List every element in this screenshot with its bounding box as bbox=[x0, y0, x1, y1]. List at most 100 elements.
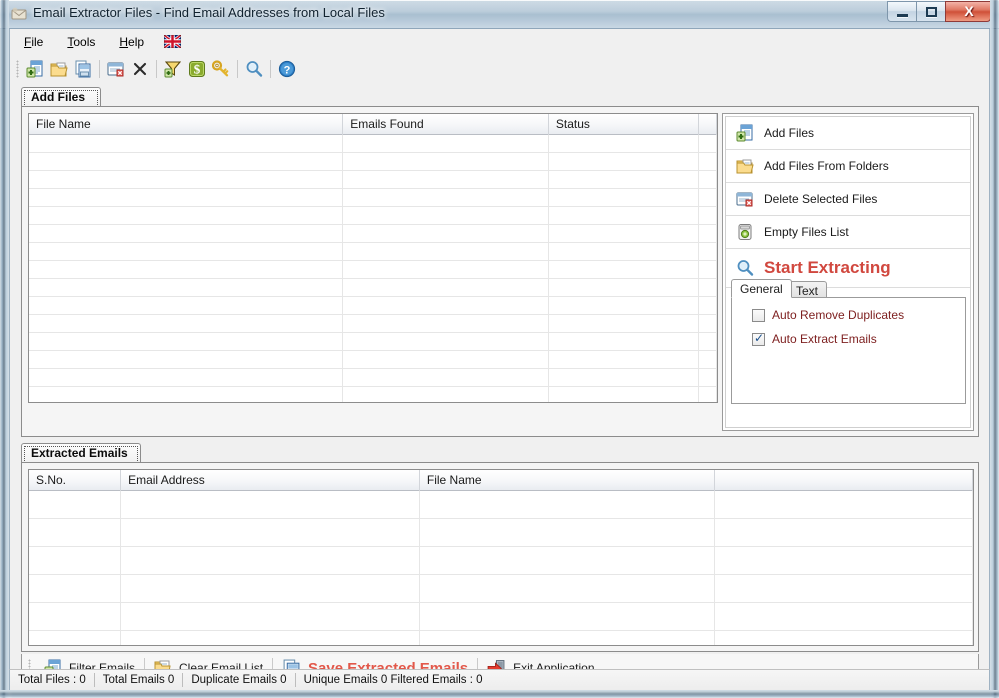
column-header-status[interactable]: Status bbox=[549, 114, 700, 135]
table-cell bbox=[549, 261, 700, 278]
table-row[interactable] bbox=[29, 297, 717, 315]
files-grid[interactable]: File Name Emails Found Status bbox=[28, 113, 718, 403]
emails-grid-header: S.No. Email Address File Name bbox=[29, 470, 973, 491]
table-row[interactable] bbox=[29, 189, 717, 207]
column-header-email-address[interactable]: Email Address bbox=[121, 470, 420, 491]
toolbar-add-files-icon[interactable] bbox=[23, 57, 47, 81]
emails-grid-rows[interactable] bbox=[29, 491, 973, 645]
extracted-emails-panel: Extracted Emails S.No. Email Address File … bbox=[21, 443, 979, 652]
table-cell bbox=[29, 315, 344, 332]
toolbar-help-icon[interactable]: ? bbox=[275, 57, 299, 81]
files-grid-rows[interactable] bbox=[29, 135, 717, 402]
table-cell bbox=[715, 631, 973, 645]
table-cell bbox=[699, 207, 717, 224]
column-header-blank[interactable] bbox=[699, 114, 717, 135]
table-cell bbox=[343, 171, 549, 188]
status-bar: Total Files : 0 Total Emails 0 Duplicate… bbox=[9, 669, 990, 690]
toolbar-key-icon[interactable] bbox=[209, 57, 233, 81]
table-row[interactable] bbox=[29, 243, 717, 261]
toolbar-dollar-icon[interactable]: $ bbox=[185, 57, 209, 81]
table-cell bbox=[549, 351, 700, 368]
minimize-button[interactable] bbox=[887, 1, 916, 22]
column-header-emails-found[interactable]: Emails Found bbox=[343, 114, 549, 135]
auto-remove-duplicates-checkbox[interactable] bbox=[752, 308, 765, 322]
maximize-button[interactable] bbox=[916, 1, 945, 22]
column-header-file-name[interactable]: File Name bbox=[29, 114, 344, 135]
table-row[interactable] bbox=[29, 575, 973, 603]
table-cell bbox=[715, 491, 973, 518]
menu-tools[interactable]: Tools bbox=[57, 31, 105, 53]
table-cell bbox=[29, 207, 344, 224]
table-cell bbox=[549, 171, 700, 188]
action-empty-files-list[interactable]: Empty Files List bbox=[726, 216, 970, 249]
table-cell bbox=[29, 279, 344, 296]
action-add-files-from-folders[interactable]: Add Files From Folders bbox=[726, 150, 970, 183]
table-row[interactable] bbox=[29, 171, 717, 189]
auto-extract-emails-label: Auto Extract Emails bbox=[772, 332, 877, 346]
table-row[interactable] bbox=[29, 603, 973, 631]
table-cell bbox=[343, 207, 549, 224]
table-cell bbox=[343, 351, 549, 368]
action-add-files[interactable]: Add Files bbox=[726, 117, 970, 150]
union-jack-flag-icon[interactable] bbox=[164, 35, 182, 48]
toolbar-grip[interactable] bbox=[16, 59, 19, 78]
auto-extract-emails-checkbox[interactable] bbox=[752, 331, 765, 346]
table-row[interactable] bbox=[29, 279, 717, 297]
table-row[interactable] bbox=[29, 207, 717, 225]
checkbox-row-auto-extract-emails[interactable]: Auto Extract Emails bbox=[752, 331, 965, 346]
table-cell bbox=[549, 225, 700, 242]
table-row[interactable] bbox=[29, 369, 717, 387]
table-row[interactable] bbox=[29, 261, 717, 279]
tab-extracted-emails[interactable]: Extracted Emails bbox=[21, 443, 141, 463]
table-cell bbox=[715, 603, 973, 630]
menu-file[interactable]: File bbox=[14, 31, 53, 53]
window-controls: X bbox=[887, 1, 991, 22]
table-row[interactable] bbox=[29, 491, 973, 519]
table-cell bbox=[343, 387, 549, 402]
tab-general-label: General bbox=[740, 282, 783, 296]
table-cell bbox=[121, 603, 420, 630]
action-delete-selected-files[interactable]: Delete Selected Files bbox=[726, 183, 970, 216]
toolbar-filter-icon[interactable] bbox=[161, 57, 185, 81]
table-cell bbox=[699, 153, 717, 170]
table-row[interactable] bbox=[29, 315, 717, 333]
emails-grid[interactable]: S.No. Email Address File Name bbox=[28, 469, 974, 646]
toolbar-add-folder-icon[interactable] bbox=[47, 57, 71, 81]
tab-text[interactable]: Text bbox=[787, 281, 828, 298]
tab-add-files[interactable]: Add Files bbox=[21, 87, 101, 107]
table-row[interactable] bbox=[29, 225, 717, 243]
table-row[interactable] bbox=[29, 333, 717, 351]
table-cell bbox=[29, 333, 344, 350]
table-row[interactable] bbox=[29, 351, 717, 369]
table-row[interactable] bbox=[29, 387, 717, 402]
minimize-icon bbox=[897, 14, 908, 17]
table-cell bbox=[29, 261, 344, 278]
window-left-border bbox=[0, 0, 9, 698]
toolbar-delete-file-icon[interactable] bbox=[104, 57, 128, 81]
table-cell bbox=[699, 279, 717, 296]
table-row[interactable] bbox=[29, 153, 717, 171]
table-cell bbox=[549, 333, 700, 350]
table-row[interactable] bbox=[29, 519, 973, 547]
column-header-s-no-[interactable]: S.No. bbox=[29, 470, 122, 491]
toolbar-close-x-icon[interactable] bbox=[128, 57, 152, 81]
table-row[interactable] bbox=[29, 135, 717, 153]
auto-remove-duplicates-label: Auto Remove Duplicates bbox=[772, 308, 905, 322]
table-row[interactable] bbox=[29, 631, 973, 645]
table-cell bbox=[549, 387, 700, 402]
toolbar-copy-files-icon[interactable] bbox=[71, 57, 95, 81]
add-files-panel: Add Files File NameEmails FoundStatus bbox=[21, 87, 979, 437]
table-cell bbox=[699, 225, 717, 242]
table-cell bbox=[121, 575, 420, 602]
table-cell bbox=[420, 575, 715, 602]
toolbar-search-icon[interactable] bbox=[242, 57, 266, 81]
table-cell bbox=[715, 519, 973, 546]
tab-general[interactable]: General bbox=[731, 279, 792, 298]
column-header-file-name[interactable]: File Name bbox=[420, 470, 715, 491]
table-row[interactable] bbox=[29, 547, 973, 575]
checkbox-row-auto-remove-duplicates[interactable]: Auto Remove Duplicates bbox=[752, 308, 965, 322]
column-header-blank[interactable] bbox=[715, 470, 973, 491]
close-button[interactable]: X bbox=[945, 1, 991, 22]
menu-help[interactable]: Help bbox=[109, 31, 154, 53]
status-duplicate-emails: Duplicate Emails 0 bbox=[191, 674, 287, 686]
